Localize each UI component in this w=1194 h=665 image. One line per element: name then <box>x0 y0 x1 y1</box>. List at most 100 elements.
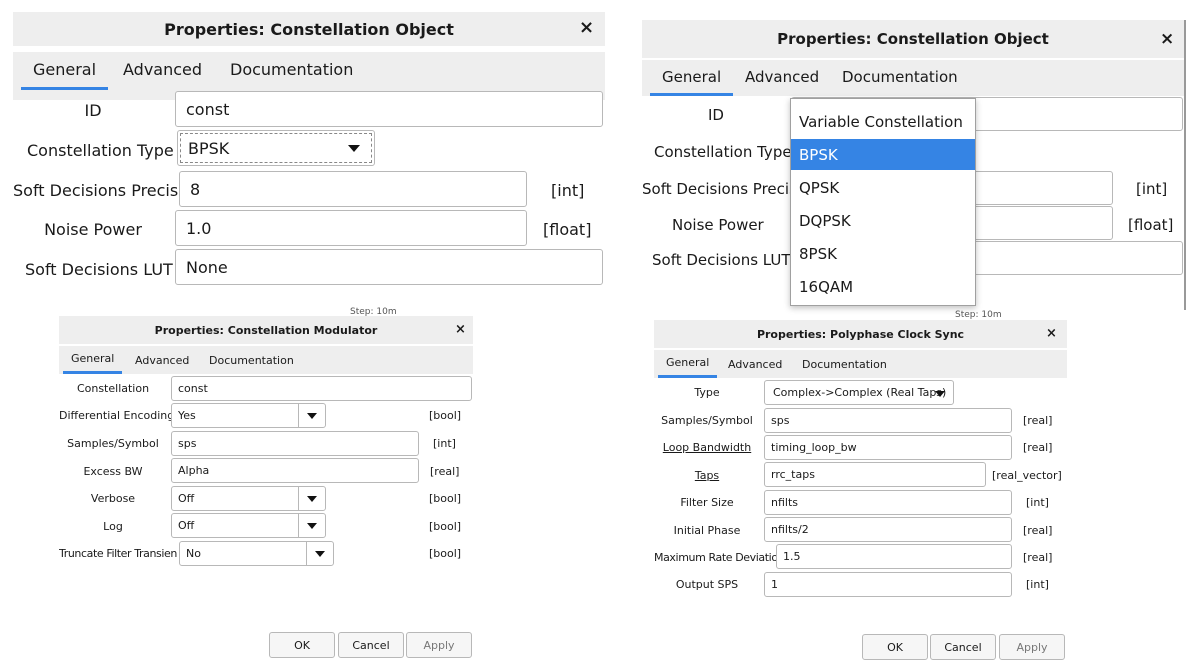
tab-advanced[interactable]: Advanced <box>745 60 819 93</box>
constellation-type-dropdown: Variable Constellation BPSK QPSK DQPSK 8… <box>790 98 976 306</box>
log-label: Log <box>103 520 123 533</box>
excess-bw-field[interactable]: Alpha <box>171 458 419 483</box>
unit-real: [real] <box>430 465 460 478</box>
tab-bar: General Advanced Documentation <box>642 60 1184 96</box>
tab-bar: General Advanced Documentation <box>59 346 473 374</box>
constellation-type-select[interactable]: BPSK <box>177 130 375 166</box>
tab-documentation[interactable]: Documentation <box>802 350 887 378</box>
ok-button[interactable]: OK <box>862 634 928 660</box>
tab-documentation[interactable]: Documentation <box>230 52 353 87</box>
tab-general[interactable]: General <box>650 60 734 96</box>
unit-real: [real] <box>1023 441 1053 454</box>
unit-int: [int] <box>1026 496 1049 509</box>
samples-symbol-field[interactable]: sps <box>764 408 1012 433</box>
unit-float: [float] <box>543 220 592 239</box>
excess-bw-label: Excess BW <box>83 465 143 478</box>
maximum-rate-deviation-field[interactable]: 1.5 <box>776 544 1012 569</box>
cancel-button[interactable]: Cancel <box>930 634 996 660</box>
differential-encoding-label: Differential Encoding <box>59 409 175 422</box>
loop-bandwidth-field[interactable]: timing_loop_bw <box>764 435 1012 460</box>
unit-bool: [bool] <box>429 520 462 533</box>
soft-decisions-lut-label: Soft Decisions LUT <box>652 251 791 269</box>
tab-general[interactable]: General <box>658 350 718 378</box>
type-select[interactable]: Complex->Complex (Real Taps) <box>764 380 954 405</box>
unit-float: [float] <box>1128 216 1174 234</box>
filter-size-field[interactable]: nfilts <box>764 490 1012 515</box>
initial-phase-label: Initial Phase <box>673 524 741 537</box>
option-16qam[interactable]: 16QAM <box>791 271 975 302</box>
soft-decisions-precision-label: Soft Decisions Precisio <box>642 180 811 198</box>
id-field[interactable]: const <box>175 91 603 127</box>
apply-button[interactable]: Apply <box>999 634 1065 660</box>
close-icon[interactable]: × <box>1046 326 1057 341</box>
dialog-title: Properties: Constellation Modulator <box>154 323 378 337</box>
verbose-select[interactable]: Off <box>171 486 326 511</box>
dialog-title-bar: Properties: Constellation Object <box>642 20 1184 58</box>
unit-real: [real] <box>1023 524 1053 537</box>
dialog-title: Properties: Constellation Object <box>777 30 1049 48</box>
unit-bool: [bool] <box>429 492 462 505</box>
dialog-title-bar: Properties: Constellation Object <box>13 12 605 46</box>
samples-symbol-label: Samples/Symbol <box>661 414 753 427</box>
dialog-constellation-modulator: Properties: Constellation Modulator × Ge… <box>59 316 473 660</box>
tab-general[interactable]: General <box>63 346 123 374</box>
unit-int: [int] <box>1026 578 1049 591</box>
apply-button[interactable]: Apply <box>406 632 472 658</box>
dropdown-arrow-icon <box>306 542 333 565</box>
option-qpsk[interactable]: QPSK <box>791 172 975 203</box>
dialog-title-bar: Properties: Polyphase Clock Sync <box>654 320 1067 348</box>
output-sps-label: Output SPS <box>675 578 739 591</box>
soft-decisions-lut-label: Soft Decisions LUT <box>25 260 173 279</box>
output-sps-field[interactable]: 1 <box>764 572 1012 597</box>
tab-general[interactable]: General <box>21 52 109 90</box>
dialog-title-bar: Properties: Constellation Modulator <box>59 316 473 344</box>
cancel-button[interactable]: Cancel <box>338 632 404 658</box>
unit-real: [real] <box>1023 551 1053 564</box>
constellation-label: Constellation <box>76 382 150 395</box>
unit-real: [real] <box>1023 414 1053 427</box>
constellation-field[interactable]: const <box>171 376 472 401</box>
truncate-filter-transient-label: Truncate Filter Transient <box>59 547 177 560</box>
samples-symbol-field[interactable]: sps <box>171 431 419 456</box>
id-label: ID <box>708 106 724 124</box>
tab-documentation[interactable]: Documentation <box>842 60 958 93</box>
option-bpsk[interactable]: BPSK <box>791 139 975 170</box>
background-fragment: Step: 10m <box>955 310 1002 320</box>
dropdown-arrow-icon <box>298 487 325 510</box>
option-8psk[interactable]: 8PSK <box>791 238 975 269</box>
log-select[interactable]: Off <box>171 513 326 538</box>
initial-phase-field[interactable]: nfilts/2 <box>764 517 1012 542</box>
truncate-filter-transient-select[interactable]: No <box>179 541 334 566</box>
soft-decisions-precision-field[interactable]: 8 <box>179 171 527 207</box>
tab-documentation[interactable]: Documentation <box>209 346 294 374</box>
soft-decisions-lut-field[interactable]: None <box>175 249 603 285</box>
unit-int: [int] <box>551 181 585 200</box>
tab-advanced[interactable]: Advanced <box>728 350 782 378</box>
unit-bool: [bool] <box>429 547 462 560</box>
dialog-title: Properties: Constellation Object <box>164 19 454 39</box>
dialog-title: Properties: Polyphase Clock Sync <box>756 327 965 341</box>
dropdown-arrow-icon <box>298 514 325 537</box>
dropdown-arrow-icon <box>298 404 325 427</box>
noise-power-field[interactable]: 1.0 <box>175 210 527 246</box>
dialog-polyphase-clock-sync: Properties: Polyphase Clock Sync × Gener… <box>654 320 1067 660</box>
tab-advanced[interactable]: Advanced <box>135 346 189 374</box>
unit-int: [int] <box>1136 180 1168 198</box>
differential-encoding-select[interactable]: Yes <box>171 403 326 428</box>
taps-field[interactable]: rrc_taps <box>764 462 986 487</box>
type-label: Type <box>694 386 720 399</box>
unit-real-vector: [real_vector] <box>992 469 1062 482</box>
close-icon[interactable]: × <box>1160 29 1174 49</box>
close-icon[interactable]: × <box>455 322 466 337</box>
dialog-constellation-object-2: Properties: Constellation Object × Gener… <box>642 20 1186 310</box>
tab-advanced[interactable]: Advanced <box>123 52 202 87</box>
option-variable-constellation[interactable]: Variable Constellation <box>791 107 975 137</box>
option-dqpsk[interactable]: DQPSK <box>791 205 975 236</box>
filter-size-label: Filter Size <box>680 496 734 509</box>
constellation-type-label: Constellation Type <box>27 141 174 160</box>
close-icon[interactable]: × <box>579 17 594 38</box>
id-label: ID <box>84 101 102 120</box>
noise-power-label: Noise Power <box>672 216 764 234</box>
ok-button[interactable]: OK <box>269 632 335 658</box>
constellation-type-label: Constellation Type <box>654 143 792 161</box>
